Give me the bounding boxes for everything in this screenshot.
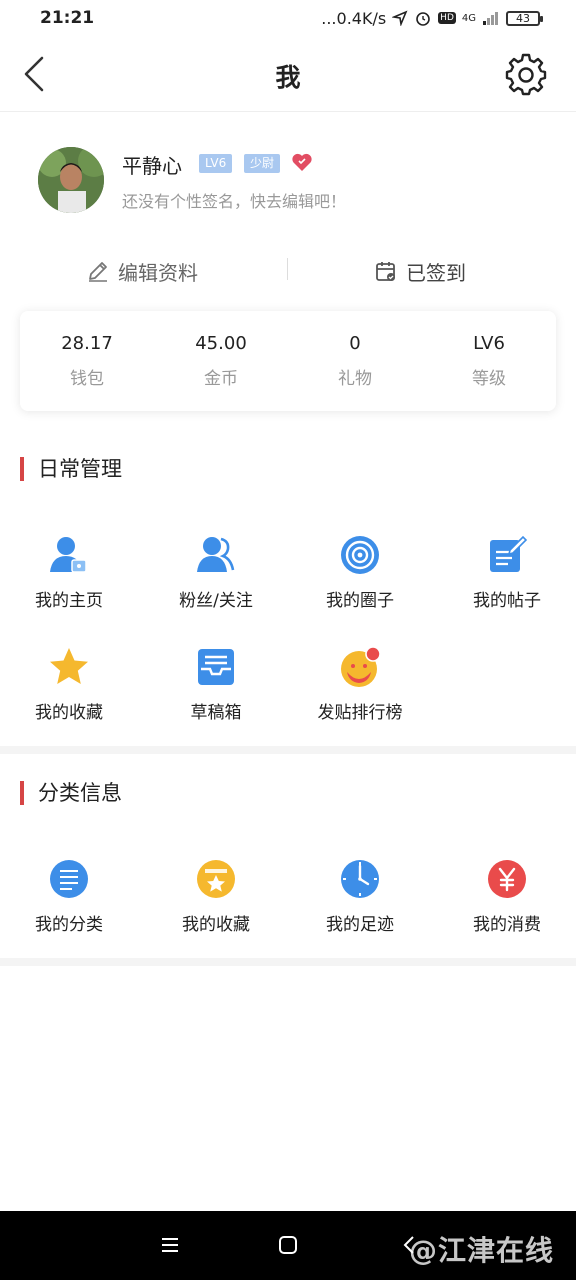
grid-item-fans-follow[interactable]: 粉丝/关注 — [146, 534, 286, 611]
grid-item-my-category[interactable]: 我的分类 — [0, 858, 139, 935]
level-badge: LV6 — [199, 154, 233, 173]
stat-level[interactable]: LV6 等级 — [422, 333, 556, 389]
star-box-icon — [197, 860, 235, 898]
grid-item-label: 我的收藏 — [182, 915, 250, 935]
yuan-icon — [488, 860, 526, 898]
network-speed: ...0.4K/s — [321, 8, 387, 28]
status-bar: 21:21 ...0.4K/s HD 4G 43 — [0, 0, 576, 36]
username: 平静心 — [122, 154, 182, 178]
ranking-icon — [341, 646, 381, 687]
grid-item-post-ranking[interactable]: 发贴排行榜 — [290, 646, 430, 723]
grid-item-my-favorites[interactable]: 我的收藏 — [0, 646, 139, 723]
network-type: 4G — [461, 12, 476, 24]
grid-item-label: 我的圈子 — [326, 591, 394, 611]
grid-item-label: 我的消费 — [473, 915, 541, 935]
heart-icon — [292, 153, 312, 171]
grid-item-label: 我的帖子 — [473, 591, 541, 611]
grid-item-label: 发贴排行榜 — [317, 703, 403, 723]
signal-icon — [483, 12, 498, 25]
rank-badge: 少尉 — [244, 154, 281, 173]
stat-value: 0 — [349, 333, 361, 354]
avatar[interactable] — [38, 147, 104, 213]
grid-item-my-consumption[interactable]: 我的消费 — [437, 858, 576, 935]
list-icon — [50, 860, 88, 898]
profile-actions: 编辑资料 已签到 — [0, 248, 576, 294]
status-time: 21:21 — [40, 8, 95, 28]
signed-in-label: 已签到 — [406, 260, 466, 285]
stat-label: 钱包 — [70, 369, 104, 389]
post-edit-icon — [490, 535, 528, 572]
stat-label: 礼物 — [338, 369, 372, 389]
hd-icon: HD — [438, 12, 456, 24]
user-home-icon — [50, 537, 87, 573]
settings-gear-icon[interactable] — [504, 52, 548, 96]
grid-item-drafts[interactable]: 草稿箱 — [146, 646, 286, 723]
calendar-check-icon — [376, 262, 395, 281]
grid-item-my-posts[interactable]: 我的帖子 — [437, 534, 576, 611]
grid-item-label: 我的足迹 — [326, 915, 394, 935]
section-title-daily: 日常管理 — [20, 457, 122, 481]
grid-item-label: 我的主页 — [35, 591, 103, 611]
alarm-icon — [416, 12, 430, 26]
signed-in-button[interactable]: 已签到 — [374, 248, 466, 294]
grid-item-label: 粉丝/关注 — [179, 591, 253, 611]
section-divider — [0, 958, 576, 966]
stat-value: 28.17 — [61, 333, 113, 354]
grid-item-label: 草稿箱 — [190, 703, 242, 723]
grid-item-my-homepage[interactable]: 我的主页 — [0, 534, 139, 611]
divider — [287, 258, 288, 280]
stat-label: 金币 — [204, 369, 238, 389]
stats-card: 28.17 钱包 45.00 金币 0 礼物 LV6 等级 — [20, 311, 556, 411]
section-divider — [0, 746, 576, 754]
watermark: @江津在线 — [408, 1234, 554, 1267]
menu-icon[interactable] — [160, 1235, 180, 1255]
grid-item-label: 我的分类 — [35, 915, 103, 935]
circle-icon — [341, 536, 379, 574]
status-indicators: ...0.4K/s HD 4G 43 — [321, 8, 543, 28]
system-nav-bar: @江津在线 — [0, 1211, 576, 1280]
stat-gifts[interactable]: 0 礼物 — [288, 333, 422, 389]
stat-coins[interactable]: 45.00 金币 — [154, 333, 288, 389]
stat-label: 等级 — [472, 369, 506, 389]
grid-item-label: 我的收藏 — [35, 703, 103, 723]
signature[interactable]: 还没有个性签名，快去编辑吧！ — [122, 188, 346, 212]
home-icon[interactable] — [278, 1235, 298, 1255]
stat-wallet[interactable]: 28.17 钱包 — [20, 333, 154, 389]
stat-value: 45.00 — [195, 333, 247, 354]
grid-item-category-favorites[interactable]: 我的收藏 — [146, 858, 286, 935]
grid-item-my-footprint[interactable]: 我的足迹 — [290, 858, 430, 935]
location-arrow-icon — [392, 10, 408, 26]
pencil-icon — [89, 262, 107, 282]
page-title: 我 — [275, 63, 301, 92]
edit-profile-button[interactable]: 编辑资料 — [86, 248, 198, 294]
stat-value: LV6 — [473, 333, 505, 354]
battery-icon: 43 — [506, 10, 543, 26]
grid-item-my-circle[interactable]: 我的圈子 — [290, 534, 430, 611]
clock-icon — [341, 860, 379, 898]
section-title-category: 分类信息 — [20, 781, 122, 805]
edit-profile-label: 编辑资料 — [118, 260, 198, 285]
inbox-icon — [198, 649, 234, 685]
fans-icon — [197, 537, 235, 572]
star-icon — [50, 648, 88, 684]
header: 我 — [0, 36, 576, 112]
